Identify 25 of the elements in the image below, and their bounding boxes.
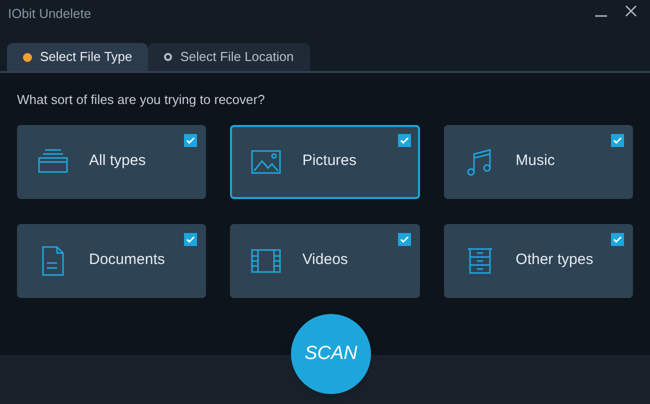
check-icon [612,136,622,144]
step-tab[interactable]: Select File Type [7,43,148,71]
close-icon[interactable] [624,4,638,18]
check-icon [186,136,196,144]
file-type-card[interactable]: Other types [444,224,633,298]
pending-step-icon [164,53,172,61]
check-icon [400,234,409,244]
checkbox[interactable] [184,134,198,146]
check-icon [186,234,196,244]
checkbox[interactable] [398,134,411,146]
file-type-card[interactable]: Videos [230,224,420,298]
file-type-card[interactable]: Documents [17,224,206,298]
file-type-card[interactable]: Music [444,124,633,198]
checkbox[interactable] [398,232,411,246]
prompt-text: What sort of files are you trying to recover? [16,91,266,109]
window-title: IObit Undelete [8,5,92,23]
file-type-card[interactable]: All types [17,124,206,198]
check-icon [400,136,409,144]
checkbox[interactable] [610,232,624,246]
file-type-card[interactable]: Pictures [230,124,420,198]
step-tab[interactable]: Select File Location [148,43,310,71]
checkbox[interactable] [184,232,198,246]
current-step-icon [23,52,32,62]
checkbox[interactable] [610,134,624,146]
check-icon [612,234,622,244]
